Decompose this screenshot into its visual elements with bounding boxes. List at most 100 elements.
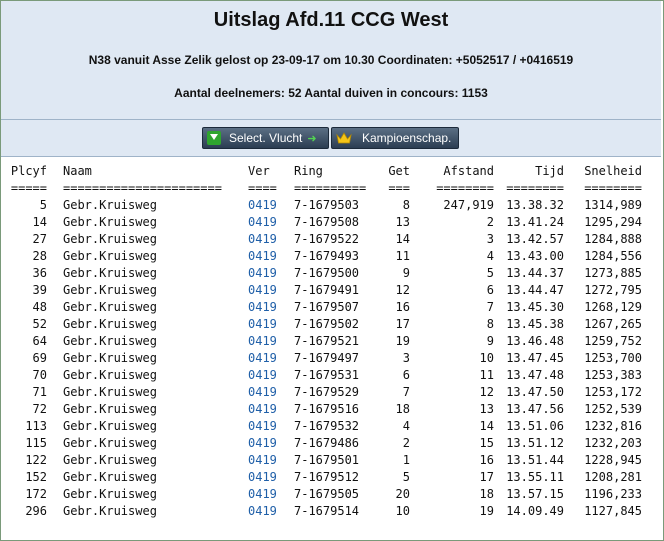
cell-afstand: 2 [486, 215, 494, 229]
cell-ver[interactable]: 0419 [248, 401, 277, 418]
cell-snelheid: 1232,203 [584, 436, 642, 450]
cell-tijd: 13.51.12 [506, 436, 564, 450]
cell-ver[interactable]: 0419 [248, 248, 277, 265]
cell-naam: Gebr.Kruisweg [63, 453, 157, 467]
cell-ver[interactable]: 0419 [248, 350, 277, 367]
cell-tijd: 13.51.44 [506, 453, 564, 467]
cell-afstand: 18 [479, 487, 494, 501]
championship-button[interactable]: Kampioenschap. [331, 127, 459, 149]
cell-snelheid: 1295,294 [584, 215, 642, 229]
crown-icon [336, 132, 352, 144]
cell-plcyf: 28 [32, 249, 47, 263]
cell-ver[interactable]: 0419 [248, 469, 277, 486]
cell-ver[interactable]: 0419 [248, 452, 277, 469]
cell-tijd: 13.42.57 [506, 232, 564, 246]
cell-plcyf: 52 [32, 317, 47, 331]
cell-ring: 7-1679493 [294, 249, 360, 263]
cell-ver[interactable]: 0419 [248, 214, 277, 231]
page-title: Uitslag Afd.11 CCG West [213, 9, 449, 31]
cell-snelheid: 1228,945 [584, 453, 642, 467]
cell-ring: 7-1679521 [294, 334, 360, 348]
cell-ring: 7-1679505 [294, 487, 360, 501]
cell-ring: 7-1679503 [294, 198, 360, 212]
cell-plcyf: 122 [25, 453, 47, 467]
cell-tijd: 13.38.32 [506, 198, 564, 212]
cell-ver[interactable]: 0419 [248, 197, 277, 214]
cell-ver[interactable]: 0419 [248, 265, 277, 282]
cell-afstand: 7 [486, 300, 494, 314]
cell-naam: Gebr.Kruisweg [63, 266, 157, 280]
cell-ring: 7-1679514 [294, 504, 360, 518]
cell-afstand: 4 [486, 249, 494, 263]
cell-naam: Gebr.Kruisweg [63, 334, 157, 348]
cell-naam: Gebr.Kruisweg [63, 402, 157, 416]
cell-plcyf: 72 [32, 402, 47, 416]
select-flight-button[interactable]: Select. Vlucht ➜ [202, 127, 329, 149]
cell-ver[interactable]: 0419 [248, 384, 277, 401]
cell-snelheid: 1253,172 [584, 385, 642, 399]
cell-snelheid: 1232,816 [584, 419, 642, 433]
cell-ver[interactable]: 0419 [248, 503, 277, 520]
cell-naam: Gebr.Kruisweg [63, 198, 157, 212]
cell-afstand: 247,919 [443, 198, 494, 212]
header-naam: Naam [63, 164, 92, 178]
cell-naam: Gebr.Kruisweg [63, 351, 157, 365]
cell-snelheid: 1208,281 [584, 470, 642, 484]
cell-tijd: 13.57.15 [506, 487, 564, 501]
cell-get: 18 [395, 402, 410, 416]
cell-ver[interactable]: 0419 [248, 367, 277, 384]
cell-get: 10 [395, 504, 410, 518]
cell-ver[interactable]: 0419 [248, 435, 277, 452]
cell-ver[interactable]: 0419 [248, 282, 277, 299]
cell-get: 20 [395, 487, 410, 501]
cell-snelheid: 1273,885 [584, 266, 642, 280]
cell-snelheid: 1284,888 [584, 232, 642, 246]
cell-plcyf: 113 [25, 419, 47, 433]
select-flight-label: Select. Vlucht [229, 131, 303, 145]
cell-plcyf: 70 [32, 368, 47, 382]
cell-tijd: 13.44.37 [506, 266, 564, 280]
cell-plcyf: 152 [25, 470, 47, 484]
header-snelheid: ======== [584, 181, 642, 195]
cell-naam: Gebr.Kruisweg [63, 504, 157, 518]
cell-afstand: 5 [486, 266, 494, 280]
cell-ver[interactable]: 0419 [248, 486, 277, 503]
cell-get: 1 [402, 453, 410, 467]
cell-ring: 7-1679532 [294, 419, 360, 433]
cell-get: 16 [395, 300, 410, 314]
header-ver: Ver [248, 164, 270, 178]
cell-get: 2 [402, 436, 410, 450]
cell-ver[interactable]: 0419 [248, 299, 277, 316]
cell-snelheid: 1127,845 [584, 504, 642, 518]
cell-plcyf: 5 [39, 198, 47, 212]
cell-afstand: 17 [479, 470, 494, 484]
cell-naam: Gebr.Kruisweg [63, 368, 157, 382]
header-tijd: ======== [506, 181, 564, 195]
cell-ver[interactable]: 0419 [248, 316, 277, 333]
cell-ring: 7-1679507 [294, 300, 360, 314]
cell-plcyf: 14 [32, 215, 47, 229]
cell-get: 19 [395, 334, 410, 348]
cell-get: 17 [395, 317, 410, 331]
cell-ring: 7-1679531 [294, 368, 360, 382]
race-info: N38 vanuit Asse Zelik gelost op 23-09-17… [88, 53, 574, 67]
cell-snelheid: 1314,989 [584, 198, 642, 212]
cell-plcyf: 172 [25, 487, 47, 501]
cell-ver[interactable]: 0419 [248, 231, 277, 248]
header-afstand: Afstand [443, 164, 494, 178]
cell-snelheid: 1272,795 [584, 283, 642, 297]
header-get: Get [388, 164, 410, 178]
results-header: Uitslag Afd.11 CCG West N38 vanuit Asse … [1, 1, 661, 120]
cell-afstand: 6 [486, 283, 494, 297]
cell-snelheid: 1196,233 [584, 487, 642, 501]
cell-plcyf: 48 [32, 300, 47, 314]
cell-ver[interactable]: 0419 [248, 333, 277, 350]
cell-plcyf: 64 [32, 334, 47, 348]
cell-ver[interactable]: 0419 [248, 418, 277, 435]
cell-ring: 7-1679516 [294, 402, 360, 416]
cell-afstand: 13 [479, 402, 494, 416]
cell-get: 14 [395, 232, 410, 246]
cell-afstand: 19 [479, 504, 494, 518]
cell-plcyf: 296 [25, 504, 47, 518]
cell-afstand: 14 [479, 419, 494, 433]
